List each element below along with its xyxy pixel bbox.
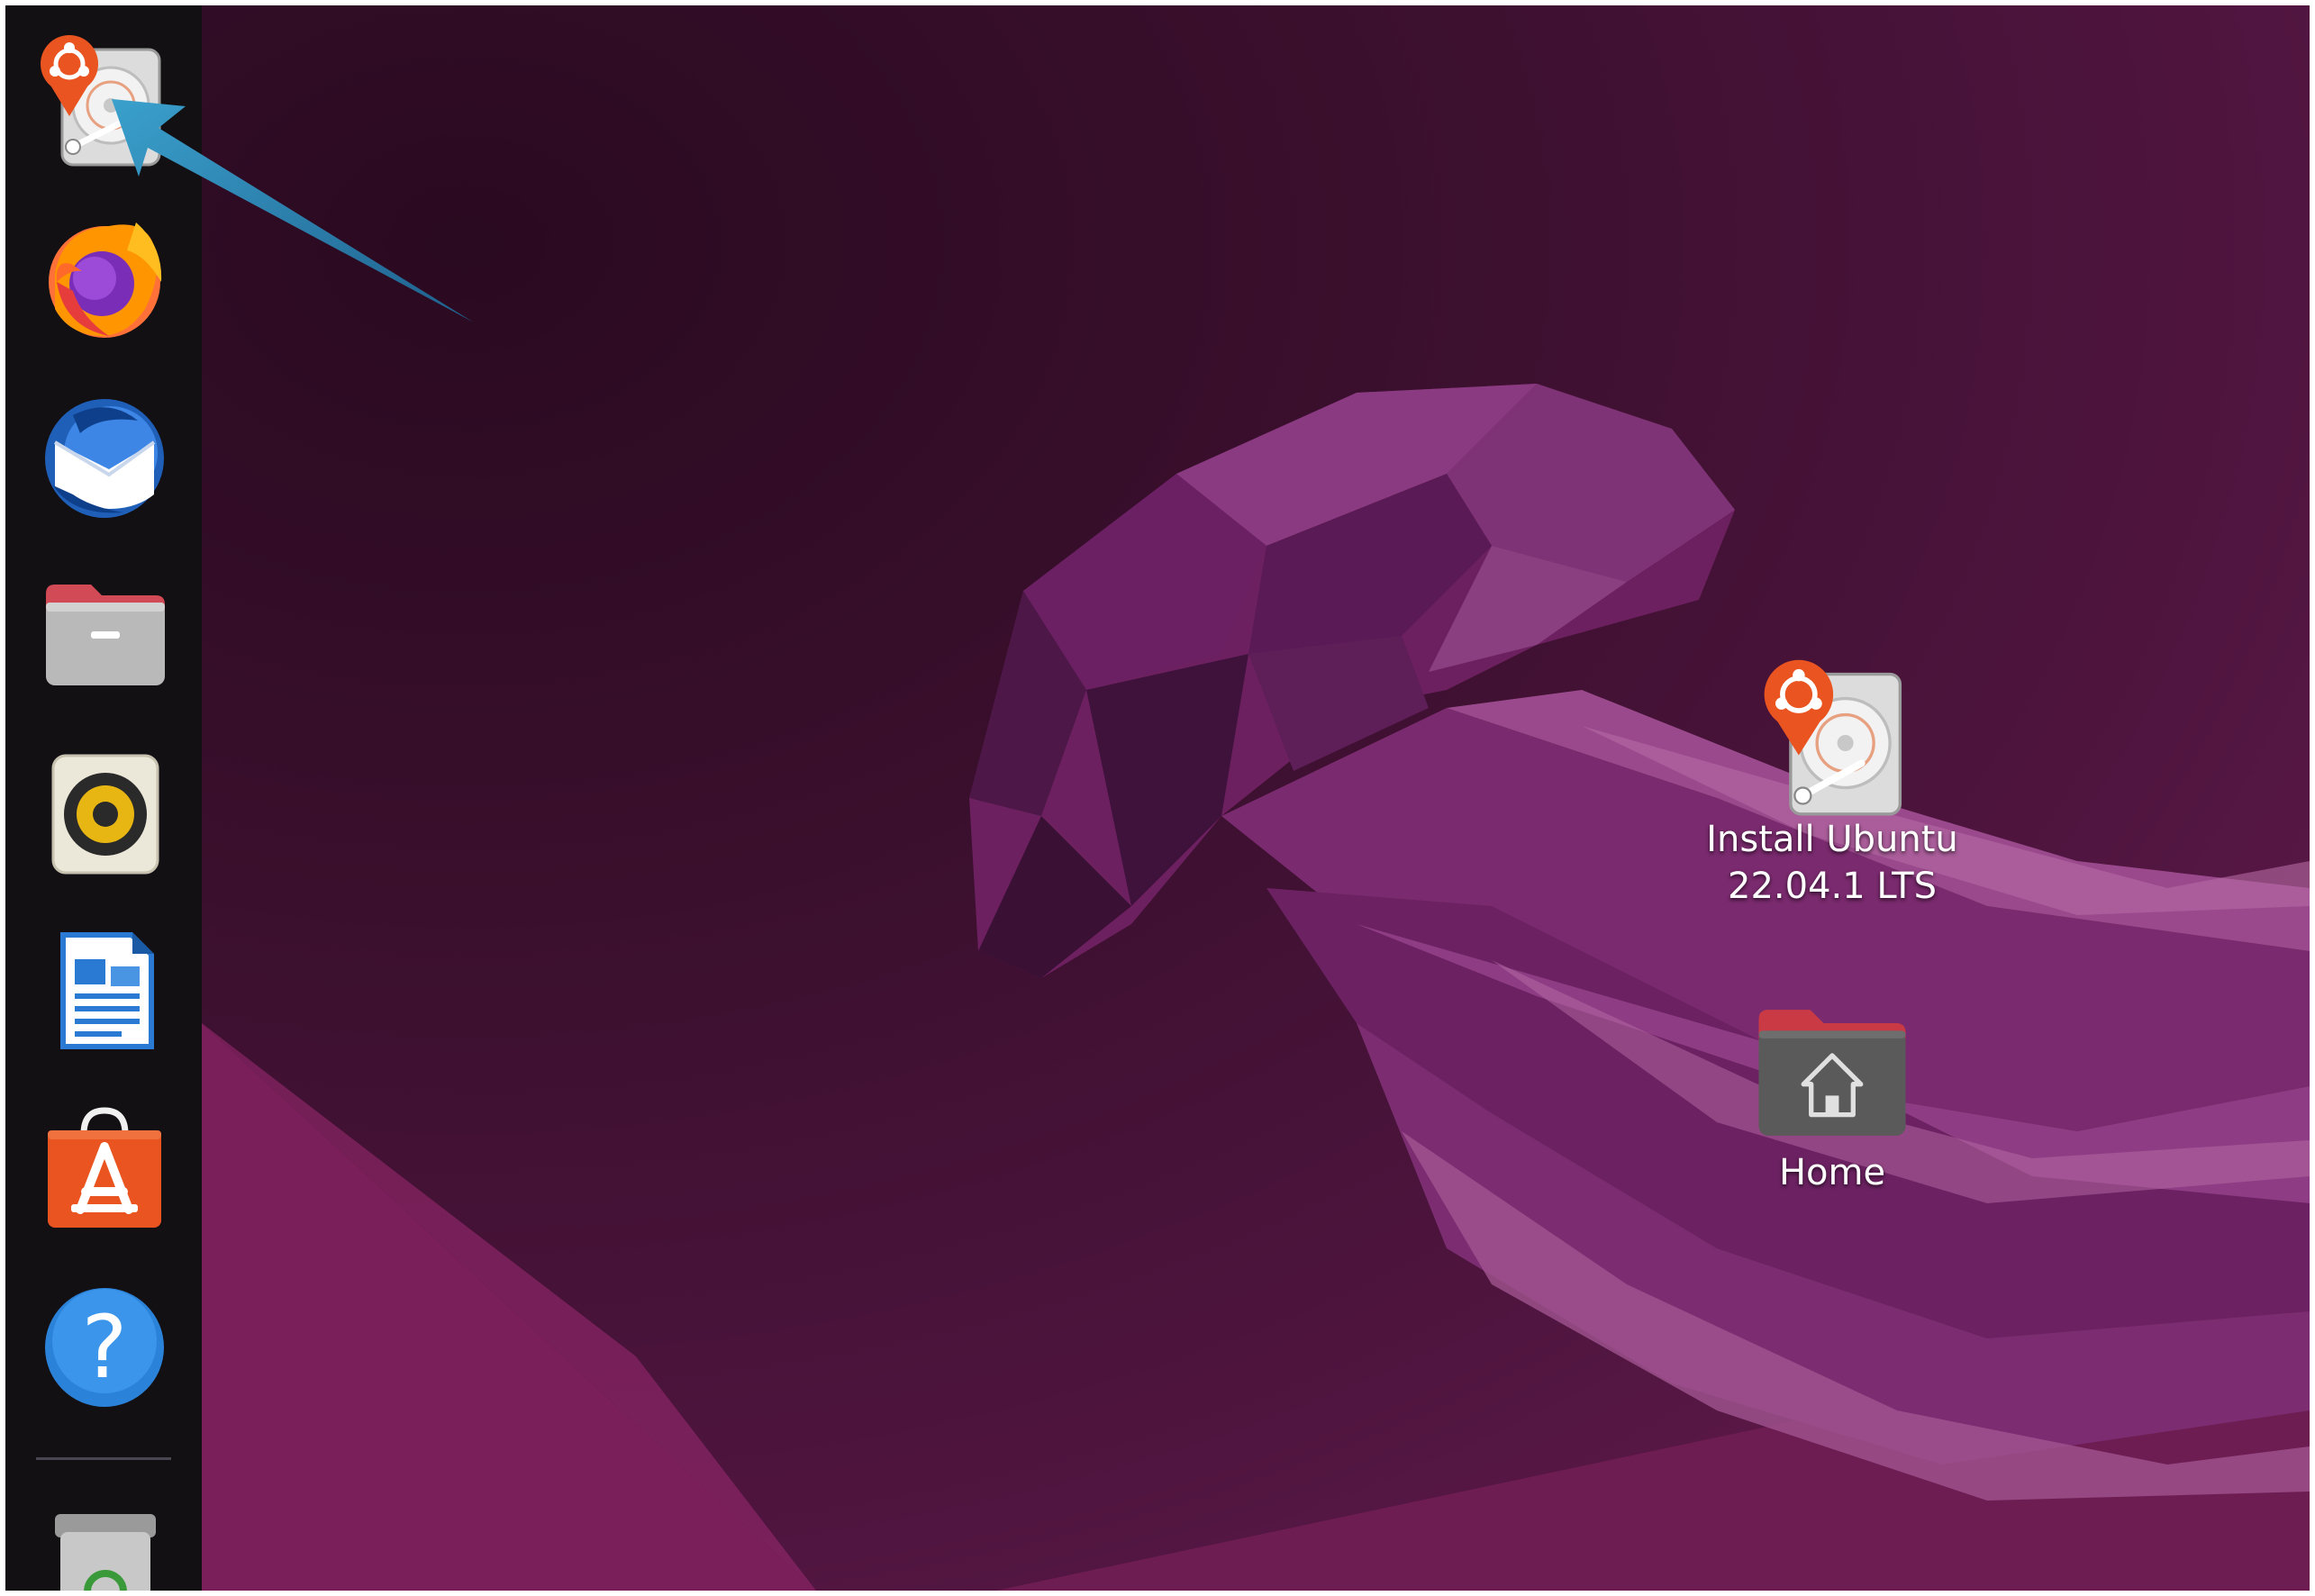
dock-item-rhythmbox[interactable] bbox=[32, 740, 177, 884]
desktop-screen: ? Install Ubuntu 22.04.1 LTS Home bbox=[5, 5, 2310, 1591]
dock-item-files[interactable] bbox=[32, 562, 177, 706]
help-icon: ? bbox=[45, 1288, 164, 1407]
home-folder-icon bbox=[1758, 1010, 1906, 1136]
dock-item-thunderbird[interactable] bbox=[32, 384, 177, 528]
folder-icon bbox=[46, 585, 165, 685]
dock-item-trash[interactable] bbox=[32, 1501, 177, 1591]
desktop-icon-label: Install Ubuntu 22.04.1 LTS bbox=[1706, 819, 1958, 907]
dock-item-libreoffice-writer[interactable] bbox=[32, 919, 177, 1063]
speaker-icon bbox=[51, 754, 159, 875]
dock: ? bbox=[5, 5, 202, 1591]
dock-item-ubuntu-software[interactable] bbox=[32, 1097, 177, 1241]
dock-item-install-ubuntu[interactable] bbox=[32, 25, 177, 169]
firefox-icon bbox=[49, 222, 162, 338]
svg-text:?: ? bbox=[82, 1297, 128, 1398]
desktop-icon-install-ubuntu[interactable]: Install Ubuntu 22.04.1 LTS bbox=[1697, 654, 1967, 910]
installer-disk-icon bbox=[1764, 659, 1902, 816]
dock-separator bbox=[36, 1457, 171, 1460]
dock-item-help[interactable]: ? bbox=[32, 1275, 177, 1419]
installer-disk-icon bbox=[41, 35, 161, 167]
desktop-icon-label: Home bbox=[1778, 1152, 1886, 1193]
document-icon bbox=[60, 932, 154, 1049]
trash-icon bbox=[55, 1514, 156, 1591]
dock-item-firefox[interactable] bbox=[32, 205, 177, 349]
desktop-icon-home[interactable]: Home bbox=[1697, 996, 1967, 1196]
software-bag-icon bbox=[48, 1107, 161, 1228]
thunderbird-icon bbox=[45, 399, 164, 518]
